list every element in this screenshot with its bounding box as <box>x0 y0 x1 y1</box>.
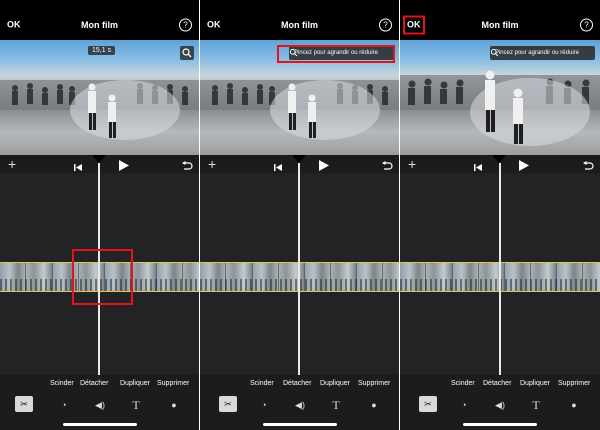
playhead-marker[interactable] <box>92 155 106 163</box>
volume-icon[interactable]: ◀) <box>491 397 509 413</box>
clip-actions: Scinder Détacher Dupliquer Supprimer <box>0 378 199 392</box>
scissors-icon[interactable]: ✂ <box>419 396 437 412</box>
playhead-marker[interactable] <box>492 155 506 163</box>
project-title: Mon film <box>281 20 318 30</box>
magnifier-icon <box>490 48 499 57</box>
speedometer-icon[interactable]: ◔ <box>55 397 73 413</box>
top-bar: OK Mon film ? <box>400 0 600 40</box>
text-icon[interactable]: T <box>327 397 345 413</box>
help-icon[interactable]: ? <box>580 18 593 32</box>
playhead-marker[interactable] <box>292 155 306 163</box>
filters-icon[interactable]: ● <box>365 397 383 413</box>
detach-action[interactable]: Détacher <box>80 380 108 387</box>
split-action[interactable]: Scinder <box>50 380 74 387</box>
clip-highlight <box>72 249 133 305</box>
help-icon[interactable]: ? <box>179 18 192 32</box>
scissors-icon[interactable]: ✂ <box>219 396 237 412</box>
screen-1: OK Mon film ? 15,1 s + Scinder Détacher … <box>0 0 199 430</box>
top-bar: OK Mon film ? <box>200 0 399 40</box>
tutorial-screenshots: OK Mon film ? 15,1 s + Scinder Détacher … <box>0 0 600 430</box>
filters-icon[interactable]: ● <box>165 397 183 413</box>
screen-2: OK Mon film ? Pincez pour agrandir ou ré… <box>200 0 399 430</box>
hint-highlight <box>277 45 395 63</box>
duplicate-action[interactable]: Dupliquer <box>520 380 550 387</box>
clip-actions: Scinder Détacher Dupliquer Supprimer <box>400 378 600 392</box>
delete-action[interactable]: Supprimer <box>558 380 590 387</box>
text-icon[interactable]: T <box>127 397 145 413</box>
scissors-icon[interactable]: ✂ <box>15 396 33 412</box>
detach-action[interactable]: Détacher <box>283 380 311 387</box>
project-title: Mon film <box>481 20 519 30</box>
video-preview[interactable]: 15,1 s <box>0 40 199 155</box>
text-icon[interactable]: T <box>527 397 545 413</box>
home-indicator <box>463 423 537 426</box>
crowd-scene <box>0 80 199 140</box>
home-indicator <box>63 423 137 426</box>
magnifier-icon[interactable] <box>180 46 194 60</box>
add-media-icon[interactable]: + <box>408 157 416 171</box>
delete-action[interactable]: Supprimer <box>157 380 189 387</box>
volume-icon[interactable]: ◀) <box>91 397 109 413</box>
split-action[interactable]: Scinder <box>451 380 475 387</box>
duplicate-action[interactable]: Dupliquer <box>120 380 150 387</box>
pinch-zoom-hint[interactable]: Pincez pour agrandir ou réduire <box>489 46 595 60</box>
add-media-icon[interactable]: + <box>8 157 16 171</box>
video-preview[interactable]: Pincez pour agrandir ou réduire <box>400 40 600 155</box>
help-icon[interactable]: ? <box>379 18 392 32</box>
split-action[interactable]: Scinder <box>250 380 274 387</box>
duplicate-action[interactable]: Dupliquer <box>320 380 350 387</box>
pinch-hint-text: Pincez pour agrandir ou réduire <box>494 50 579 56</box>
clip-duration-badge: 15,1 s <box>88 46 116 55</box>
clip-actions: Scinder Détacher Dupliquer Supprimer <box>200 378 399 392</box>
filters-icon[interactable]: ● <box>565 397 583 413</box>
delete-action[interactable]: Supprimer <box>358 380 390 387</box>
home-indicator <box>263 423 337 426</box>
screen-3: OK Mon film ? Pincez pour agrandir ou ré… <box>400 0 600 430</box>
top-bar: OK Mon film ? <box>0 0 199 40</box>
video-clip[interactable] <box>200 262 399 292</box>
speedometer-icon[interactable]: ◔ <box>255 397 273 413</box>
detach-action[interactable]: Détacher <box>483 380 511 387</box>
add-media-icon[interactable]: + <box>208 157 216 171</box>
volume-icon[interactable]: ◀) <box>291 397 309 413</box>
project-title: Mon film <box>81 20 118 30</box>
playhead-line <box>298 163 300 375</box>
speedometer-icon[interactable]: ◔ <box>455 397 473 413</box>
playhead-line <box>499 163 501 375</box>
